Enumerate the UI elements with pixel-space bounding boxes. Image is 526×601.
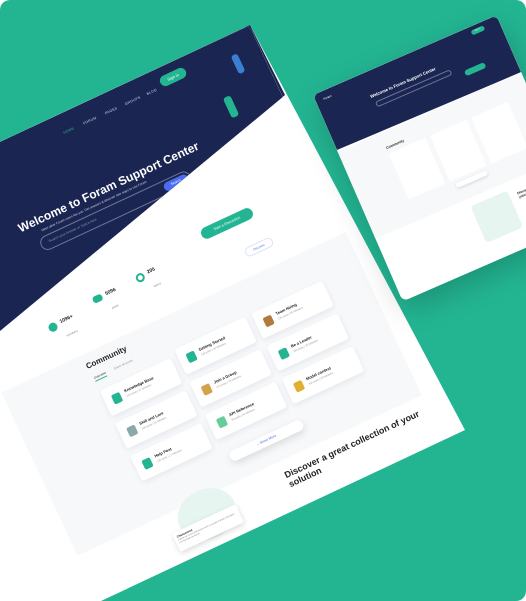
team-icon (262, 314, 276, 327)
nav-blog[interactable]: BLOG (146, 87, 158, 95)
mini-logo: Foram (322, 93, 333, 101)
woman-illustration (223, 95, 240, 118)
stat-label: posts (111, 302, 120, 310)
link-icon (216, 415, 229, 429)
search-button[interactable]: Search (163, 173, 190, 192)
stat-topics: 205 topics (134, 266, 162, 296)
mini-signin-button[interactable]: Sign in (470, 25, 485, 35)
stat-label: members (65, 328, 80, 338)
man-question-illustration (231, 53, 246, 74)
mini-illustration (470, 190, 524, 244)
nav-home[interactable]: HOME (63, 126, 75, 135)
signin-button[interactable]: Sign in (158, 66, 188, 88)
discover-button[interactable]: Discover (243, 235, 276, 258)
stat-members: 1096+ members (47, 313, 79, 347)
nav-groups[interactable]: GROUPS (125, 95, 142, 106)
stat-label: topics (153, 280, 163, 288)
money-icon (126, 423, 139, 437)
group-icon (201, 382, 214, 396)
start-discussion-button[interactable]: Start a Discussion (199, 205, 256, 241)
help-icon (141, 456, 155, 470)
background: HOME FORUM PAGES GROUPS BLOG Sign in Wel… (0, 0, 526, 601)
puzzle-icon (293, 379, 306, 393)
stat-posts: 5096 posts (92, 286, 120, 319)
nav-pages[interactable]: PAGES (105, 106, 119, 115)
rocket-icon (185, 349, 199, 363)
nav-forum[interactable]: FORUM (83, 115, 98, 125)
leader-icon (278, 346, 291, 360)
bulb-icon (111, 391, 124, 405)
mini-cta-button[interactable] (464, 62, 487, 76)
